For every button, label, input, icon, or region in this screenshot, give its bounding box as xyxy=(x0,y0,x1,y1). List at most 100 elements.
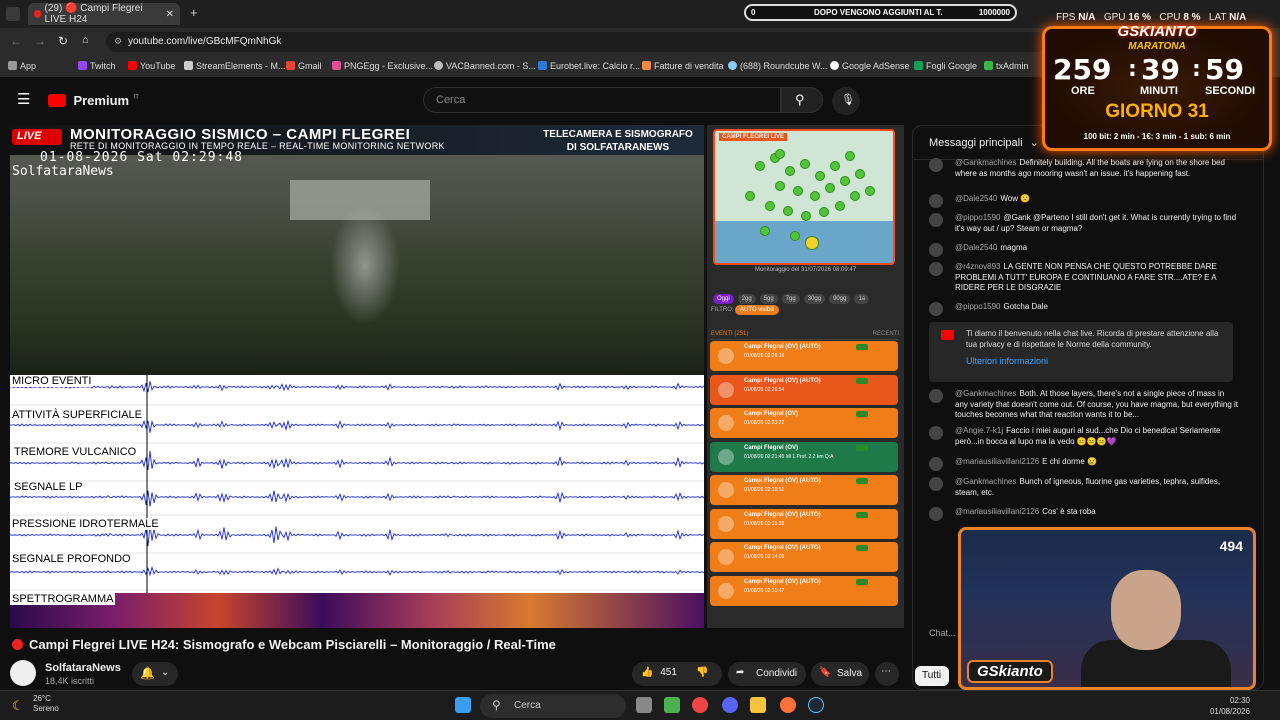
bookmark-item[interactable]: txAdmin xyxy=(984,61,1029,71)
back-icon[interactable]: ← xyxy=(10,34,22,48)
menu-icon[interactable]: ☰ xyxy=(17,90,30,108)
chat-avatar[interactable] xyxy=(929,158,943,172)
chat-avatar[interactable] xyxy=(929,194,943,208)
chat-author[interactable]: @Gankmachines xyxy=(955,389,1016,398)
filter-pill[interactable]: 90gg xyxy=(829,294,850,304)
chat-avatar[interactable] xyxy=(929,457,943,471)
share-icon: ➦ xyxy=(736,667,744,678)
more-actions-button[interactable]: ⋯ xyxy=(875,662,899,686)
chat-avatar[interactable] xyxy=(929,302,943,316)
filter-pill[interactable]: 5gg xyxy=(760,294,778,304)
chat-avatar[interactable] xyxy=(929,389,943,403)
url-field[interactable]: ⚙ youtube.com/live/GBcMFQmNhGk xyxy=(106,32,1046,52)
voice-search-button[interactable]: 🎙 xyxy=(832,87,860,115)
notification-button[interactable]: 🔔 ⌄ xyxy=(132,662,178,686)
chat-author[interactable]: @Gankmachines xyxy=(955,477,1016,486)
chat-author[interactable]: @Dale2540 xyxy=(955,243,997,252)
chat-filter-button[interactable]: Tutti xyxy=(915,666,949,686)
bookmark-item[interactable]: (688) Roundcube W... xyxy=(728,61,828,71)
chat-avatar[interactable] xyxy=(929,507,943,521)
task-view-icon[interactable] xyxy=(636,697,652,713)
close-tab-icon[interactable]: ✕ xyxy=(166,9,174,20)
chat-avatar[interactable] xyxy=(929,477,943,491)
share-button[interactable]: ➦ Condividi xyxy=(728,662,806,686)
chat-author[interactable]: @pippo1590 xyxy=(955,213,1001,222)
bookmark-item[interactable]: Eurobet.live: Calcio r... xyxy=(538,61,640,71)
notice-link[interactable]: Ulteriori informazioni xyxy=(966,356,1225,367)
chat-input[interactable]: Chat... xyxy=(929,628,956,638)
bookmark-item[interactable]: VACBanned.com - S... xyxy=(434,61,536,71)
search-button[interactable]: ⚲ xyxy=(781,87,823,113)
file-explorer-icon[interactable] xyxy=(750,697,766,713)
moon-icon: ☾ xyxy=(12,698,24,714)
event-card[interactable]: Campi Flegrei (OV) (AUTO) 01/08/26 02:14:… xyxy=(710,542,898,572)
bookmark-item[interactable]: Fatture di vendita xyxy=(642,61,724,71)
store-icon[interactable] xyxy=(664,697,680,713)
browser-tab[interactable]: (29) 🔴 Campi Flegrei LIVE H24 ✕ xyxy=(28,3,180,25)
steam-icon[interactable] xyxy=(808,697,824,713)
bookmark-item[interactable]: YouTube xyxy=(128,61,175,71)
channel-name[interactable]: SolfataraNews xyxy=(45,662,121,674)
auto-visible-toggle[interactable]: AUTO visibili xyxy=(735,305,779,315)
magnitude-icon xyxy=(718,449,734,465)
bookmark-item[interactable]: Google AdSense xyxy=(830,61,910,71)
search-input[interactable]: Cerca xyxy=(423,87,781,113)
forward-icon[interactable]: → xyxy=(34,34,46,48)
bookmark-item[interactable]: PNGEgg - Exclusive... xyxy=(332,61,433,71)
video-title: Campi Flegrei LIVE H24: Sismografo e Web… xyxy=(12,637,556,652)
chat-author[interactable]: @pippo1590 xyxy=(955,302,1001,311)
chat-author[interactable]: @Gankmachines xyxy=(955,158,1016,167)
tab-list-button[interactable] xyxy=(6,7,20,21)
chat-author[interactable]: @Angie.7-k1j xyxy=(955,426,1003,435)
bookmark-item[interactable]: StreamElements - M... xyxy=(184,61,286,71)
chat-message: @Dale2540 Wow 🙁 xyxy=(929,194,1239,205)
bookmark-item[interactable]: Fogli Google xyxy=(914,61,977,71)
chat-avatar[interactable] xyxy=(929,243,943,257)
discord-icon[interactable] xyxy=(722,697,738,713)
event-card[interactable]: Campi Flegrei (OV) (AUTO) 01/08/26 02:26:… xyxy=(710,375,898,405)
bookmark-item[interactable]: Gmail xyxy=(286,61,322,71)
channel-avatar[interactable] xyxy=(10,660,36,686)
chrome-icon[interactable] xyxy=(692,697,708,713)
events-recent[interactable]: RECENTI xyxy=(873,331,899,337)
firefox-icon[interactable] xyxy=(780,697,796,713)
event-card[interactable]: Campi Flegrei (OV) 01/08/26 02:21:45 Ml 1… xyxy=(710,442,898,472)
system-clock[interactable]: 02:30 01/08/2026 xyxy=(1210,695,1250,717)
filter-pill[interactable]: Oggi xyxy=(713,294,734,304)
taskbar-search[interactable]: ⚲ Cerca xyxy=(480,694,626,718)
chat-avatar[interactable] xyxy=(929,213,943,227)
chat-avatar[interactable] xyxy=(929,426,943,440)
dislike-button[interactable]: 👎 xyxy=(696,667,708,678)
event-detail: 01/08/26 02:26:16 xyxy=(744,353,784,359)
site-info-icon[interactable]: ⚙ xyxy=(114,36,122,47)
filter-pill[interactable]: 30gg xyxy=(804,294,825,304)
save-button[interactable]: 🔖 Salva xyxy=(811,662,869,686)
event-card[interactable]: Campi Flegrei (OV) (AUTO) 01/08/26 02:10:… xyxy=(710,576,898,606)
weather-widget[interactable]: 26°C Sereno xyxy=(33,694,59,714)
bookmark-label: (688) Roundcube W... xyxy=(740,61,828,71)
map-marker xyxy=(800,159,810,169)
event-card[interactable]: Campi Flegrei (OV) (AUTO) 01/08/26 02:15:… xyxy=(710,509,898,539)
video-player[interactable]: LIVE MONITORAGGIO SISMICO – CAMPI FLEGRE… xyxy=(10,125,904,628)
event-card[interactable]: Campi Flegrei (OV) 01/08/26 02:23:22 xyxy=(710,408,898,438)
youtube-logo[interactable]: Premium IT xyxy=(48,92,139,110)
map-marker xyxy=(760,226,770,236)
chat-avatar[interactable] xyxy=(929,262,943,276)
event-card[interactable]: Campi Flegrei (OV) (AUTO) 01/08/26 02:19:… xyxy=(710,475,898,505)
new-tab-button[interactable]: + xyxy=(190,5,198,20)
start-icon[interactable] xyxy=(455,697,471,713)
reload-icon[interactable]: ↻ xyxy=(58,34,68,48)
chat-author[interactable]: @Dale2540 xyxy=(955,194,997,203)
like-count: 451 xyxy=(660,667,677,678)
bookmark-item[interactable]: App xyxy=(8,61,36,71)
chat-author[interactable]: @mariausiliavillani2126 xyxy=(955,507,1039,516)
bookmark-item[interactable]: Twitch xyxy=(78,61,116,71)
filter-pill[interactable]: 7gg xyxy=(782,294,800,304)
filter-pill[interactable]: 2gg xyxy=(738,294,756,304)
event-card[interactable]: Campi Flegrei (OV) (AUTO) 01/08/26 02:26:… xyxy=(710,341,898,371)
chat-author[interactable]: @r4znov893 xyxy=(955,262,1000,271)
home-icon[interactable]: ⌂ xyxy=(82,34,89,46)
like-button[interactable]: 👍 451 xyxy=(641,667,677,678)
filter-pill[interactable]: 1a xyxy=(854,294,869,304)
chat-author[interactable]: @mariausiliavillani2126 xyxy=(955,457,1039,466)
